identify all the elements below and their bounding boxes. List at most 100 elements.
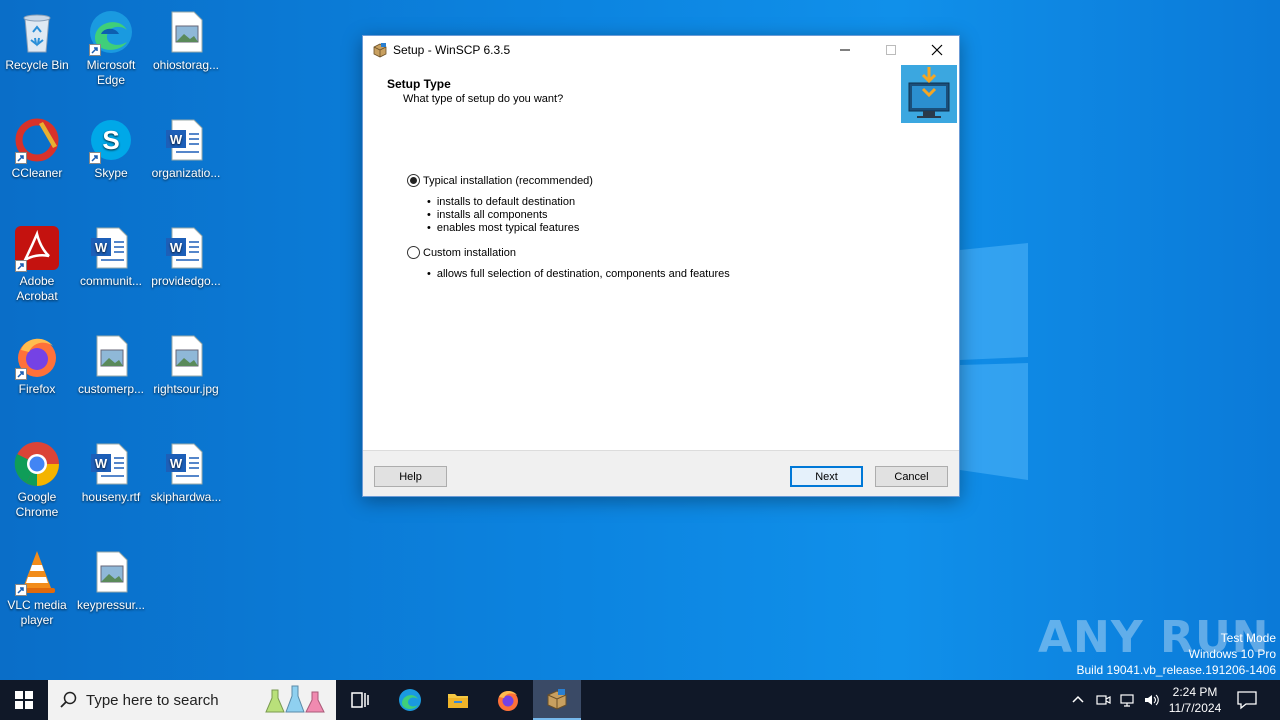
page-title: Setup Type bbox=[387, 77, 451, 91]
desktop-icon-skype[interactable]: S Skype bbox=[74, 116, 148, 181]
svg-text:W: W bbox=[170, 240, 183, 255]
watermark-line: Build 19041.vb_release.191206-1406 bbox=[1076, 663, 1277, 677]
close-button[interactable] bbox=[914, 36, 960, 64]
typical-installation-radio[interactable] bbox=[407, 174, 420, 187]
typical-installation-label[interactable]: Typical installation (recommended) bbox=[423, 175, 593, 187]
firefox-icon bbox=[498, 691, 518, 711]
word-file-icon: W bbox=[91, 227, 128, 269]
shortcut-arrow-icon bbox=[15, 368, 27, 380]
taskbar: Type here to search 2:24 PM 11/7/2024 bbox=[0, 680, 1280, 720]
page-subtitle: What type of setup do you want? bbox=[403, 93, 564, 105]
desktop-icon-image-file[interactable]: ohiostorag... bbox=[149, 8, 223, 73]
edge-icon bbox=[399, 689, 421, 711]
desktop-icon-word-doc[interactable]: W communit... bbox=[74, 224, 148, 289]
typical-installation-option[interactable]: Typical installation (recommended) bbox=[407, 174, 593, 187]
bullet-item: installs to default destination bbox=[427, 196, 579, 209]
maximize-icon bbox=[886, 45, 896, 55]
taskbar-winscp-setup[interactable] bbox=[533, 680, 581, 720]
desktop-icon-label: rightsour.jpg bbox=[153, 382, 219, 396]
maximize-button bbox=[868, 36, 914, 64]
desktop-icon-word-doc[interactable]: W skiphardwa... bbox=[149, 440, 223, 505]
word-file-icon: W bbox=[166, 119, 203, 161]
desktop-icon-label: CCleaner bbox=[11, 166, 63, 180]
volume-icon[interactable] bbox=[1143, 692, 1159, 708]
word-file-icon: W bbox=[91, 443, 128, 485]
close-icon bbox=[931, 44, 943, 56]
taskbar-edge[interactable] bbox=[386, 680, 434, 720]
desktop-icon-adobe-acrobat[interactable]: Adobe Acrobat bbox=[0, 224, 74, 304]
desktop-icon-label: customerp... bbox=[77, 382, 145, 396]
meet-now-icon[interactable] bbox=[1095, 692, 1111, 708]
desktop-icon-label: VLC media player bbox=[7, 598, 67, 627]
recycle-bin-icon bbox=[23, 14, 51, 53]
desktop-icon-image-file[interactable]: customerp... bbox=[74, 332, 148, 397]
custom-installation-radio[interactable] bbox=[407, 246, 420, 259]
shortcut-arrow-icon bbox=[89, 152, 101, 164]
winscp-installer-icon bbox=[373, 43, 387, 58]
network-icon[interactable] bbox=[1119, 692, 1135, 708]
task-view-button[interactable] bbox=[336, 680, 384, 720]
desktop-icon-firefox[interactable]: Firefox bbox=[0, 332, 74, 397]
desktop-icon-ccleaner[interactable]: CCleaner bbox=[0, 116, 74, 181]
taskbar-file-explorer[interactable] bbox=[434, 680, 482, 720]
custom-installation-option[interactable]: Custom installation bbox=[407, 246, 516, 259]
custom-installation-details: allows full selection of destination, co… bbox=[427, 268, 730, 281]
shortcut-arrow-icon bbox=[89, 44, 101, 56]
dialog-titlebar[interactable]: Setup - WinSCP 6.3.5 bbox=[363, 36, 959, 64]
desktop-icon-label: Skype bbox=[94, 166, 128, 180]
dialog-title: Setup - WinSCP 6.3.5 bbox=[393, 43, 511, 57]
bullet-item: installs all components bbox=[427, 209, 579, 222]
shortcut-arrow-icon bbox=[15, 260, 27, 272]
desktop-icon-label: Microsoft Edge bbox=[86, 58, 136, 87]
desktop-icon-word-doc[interactable]: W houseny.rtf bbox=[74, 440, 148, 505]
word-file-icon: W bbox=[166, 443, 203, 485]
search-icon bbox=[60, 691, 77, 708]
show-hidden-icons-chevron-icon[interactable] bbox=[1070, 692, 1086, 708]
svg-text:W: W bbox=[170, 456, 183, 471]
taskbar-clock[interactable]: 2:24 PM 11/7/2024 bbox=[1160, 684, 1230, 716]
taskbar-firefox[interactable] bbox=[484, 680, 532, 720]
desktop-icon-google-chrome[interactable]: Google Chrome bbox=[0, 440, 74, 520]
desktop-icon-label: skiphardwa... bbox=[150, 490, 222, 504]
search-placeholder: Type here to search bbox=[86, 691, 219, 709]
setup-dialog: Setup - WinSCP 6.3.5 Setup Type What typ… bbox=[362, 35, 960, 497]
image-file-icon bbox=[96, 551, 128, 593]
desktop-icon-label: Google Chrome bbox=[15, 490, 59, 519]
desktop-icon-label: houseny.rtf bbox=[81, 490, 141, 504]
typical-installation-details: installs to default destination installs… bbox=[427, 196, 579, 235]
start-button[interactable] bbox=[0, 680, 48, 720]
desktop-icon-image-file[interactable]: rightsour.jpg bbox=[149, 332, 223, 397]
minimize-button[interactable] bbox=[822, 36, 868, 64]
folder-icon bbox=[448, 694, 468, 708]
bullet-item: allows full selection of destination, co… bbox=[427, 268, 730, 281]
search-highlight-flasks-icon bbox=[265, 685, 325, 713]
winscp-installer-icon bbox=[547, 689, 567, 710]
image-file-icon bbox=[171, 335, 203, 377]
desktop-icon-word-doc[interactable]: W providedgo... bbox=[149, 224, 223, 289]
desktop-icon-recycle-bin[interactable]: Recycle Bin bbox=[0, 8, 74, 73]
custom-installation-label[interactable]: Custom installation bbox=[423, 247, 516, 259]
taskbar-search-box[interactable]: Type here to search bbox=[48, 680, 336, 720]
notification-center-icon[interactable] bbox=[1236, 690, 1258, 710]
image-file-icon bbox=[96, 335, 128, 377]
desktop-icon-vlc[interactable]: VLC media player bbox=[0, 548, 74, 628]
desktop-icon-label: Recycle Bin bbox=[5, 58, 69, 72]
svg-text:W: W bbox=[95, 456, 108, 471]
minimize-icon bbox=[840, 49, 850, 51]
watermark-line: Windows 10 Pro bbox=[1188, 647, 1276, 661]
help-button[interactable]: Help bbox=[374, 466, 447, 487]
next-button[interactable]: Next bbox=[790, 466, 863, 487]
shortcut-arrow-icon bbox=[15, 152, 27, 164]
desktop-icon-label: keypressur... bbox=[76, 598, 146, 612]
windows-test-mode-watermark: Test Mode Windows 10 Pro Build 19041.vb_… bbox=[1077, 630, 1277, 678]
desktop-icon-label: ohiostorag... bbox=[152, 58, 220, 72]
svg-text:W: W bbox=[95, 240, 108, 255]
desktop-icon-microsoft-edge[interactable]: Microsoft Edge bbox=[74, 8, 148, 88]
desktop-icon-image-file[interactable]: keypressur... bbox=[74, 548, 148, 613]
clock-date: 11/7/2024 bbox=[1168, 701, 1222, 715]
desktop-icon-word-doc[interactable]: W organizatio... bbox=[149, 116, 223, 181]
chrome-icon bbox=[14, 442, 59, 486]
desktop: Recycle Bin CCleaner Adobe Acrobat Firef… bbox=[0, 0, 1280, 680]
cancel-button[interactable]: Cancel bbox=[875, 466, 948, 487]
shortcut-arrow-icon bbox=[15, 584, 27, 596]
